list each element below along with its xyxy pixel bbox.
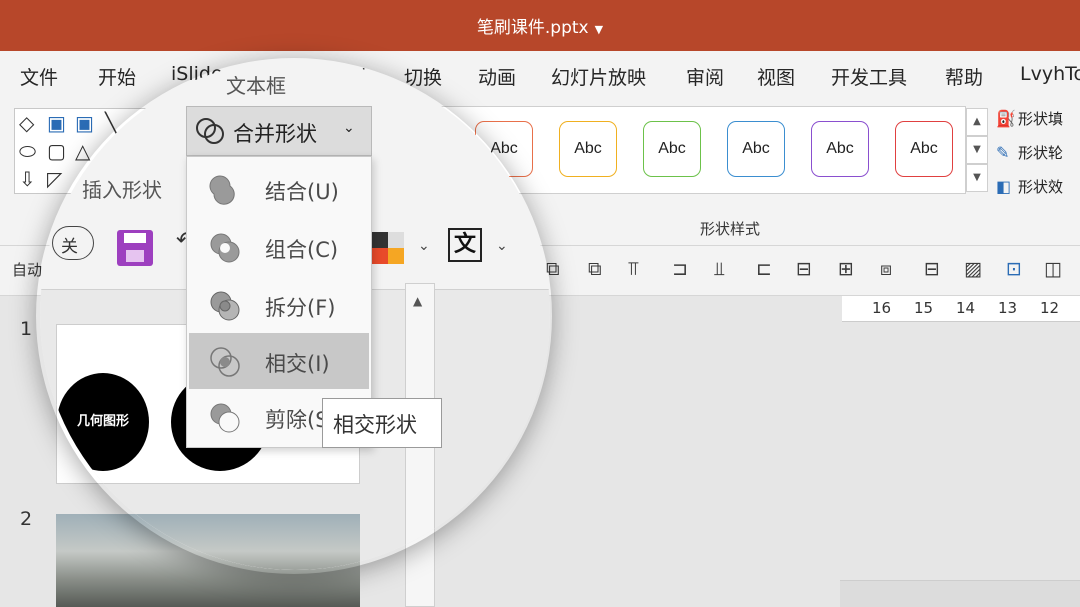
shape-effects-icon: ◧ [996, 177, 1012, 196]
send-backward-icon[interactable]: ⧉ [588, 258, 602, 280]
tab-review[interactable]: 审阅 [686, 63, 724, 90]
slide-number: 2 [20, 508, 33, 530]
powerpoint-window: 笔刷课件.pptx▼ 文件 开始 iSlide 插入 设计 切换 动画 幻灯片放… [0, 0, 1080, 607]
shape-fill-button[interactable]: ⛽ 形状填 [996, 108, 1063, 129]
intersect-tooltip: 相交形状 [322, 398, 442, 448]
picture-icon[interactable]: ▨ [964, 258, 982, 280]
text-direction-icon[interactable]: 文 [448, 228, 482, 262]
align-top-icon[interactable]: ⫪ [628, 258, 639, 280]
menu-item-combine[interactable]: 组合(C) [189, 219, 369, 275]
menu-item-label: 结合(U) [265, 180, 339, 204]
chevron-down-icon: ⌄ [343, 120, 355, 136]
diamond-shape-icon[interactable]: ◇ [19, 113, 34, 133]
shape-fill-label: 形状填 [1018, 110, 1064, 128]
autosave-state: 关 [61, 237, 78, 257]
save-icon[interactable] [117, 230, 153, 266]
menu-item-fragment[interactable]: 拆分(F) [189, 277, 369, 333]
menu-item-union[interactable]: 结合(U) [189, 161, 369, 217]
align-center-icon[interactable]: ⊟ [796, 258, 812, 280]
distribute-vertical-icon[interactable]: ⊟ [924, 258, 940, 280]
chevron-down-icon[interactable]: ⌄ [496, 238, 508, 254]
style-preview-5[interactable]: Abc [811, 121, 869, 177]
title-bar: 笔刷课件.pptx ▼ [0, 0, 1080, 51]
slide-edge [840, 580, 1080, 607]
document-title[interactable]: 笔刷课件.pptx ▼ [0, 13, 1080, 38]
circle-text: 几何图形 [76, 414, 129, 429]
styles-more-button[interactable]: ▼ [966, 164, 988, 192]
shape-effects-button[interactable]: ◧ 形状效 [996, 176, 1063, 197]
down-arrow-shape-icon[interactable]: ⇩ [19, 169, 36, 189]
style-preview-3[interactable]: Abc [643, 121, 701, 177]
tab-help[interactable]: 帮助 [945, 63, 983, 90]
paint-bucket-icon: ⛽ [996, 109, 1016, 128]
shape-styles-group-label: 形状样式 [700, 220, 761, 238]
shape-outline-label: 形状轮 [1018, 144, 1064, 162]
style-preview-4[interactable]: Abc [727, 121, 785, 177]
menu-item-label: 拆分(F) [265, 296, 336, 320]
pencil-icon: ✎ [996, 143, 1010, 162]
styles-scroll-up-button[interactable]: ▲ [966, 108, 988, 136]
fragment-icon [210, 291, 240, 321]
tab-account[interactable]: LvyhTo [1020, 63, 1080, 85]
scroll-up-icon[interactable]: ▲ [413, 294, 422, 308]
oval-shape-icon[interactable]: ⬭ [19, 141, 36, 161]
tab-slideshow[interactable]: 幻灯片放映 [551, 63, 646, 90]
chevron-down-icon[interactable]: ⌄ [418, 238, 430, 254]
text-box-tool-icon[interactable]: ⊡ [1006, 258, 1022, 280]
textbox-button-partial[interactable]: 文本框 [226, 70, 286, 99]
circle-shape: 几何图形 [57, 373, 149, 471]
union-icon [209, 175, 235, 205]
ruler-tick: 14 [956, 299, 976, 317]
horizontal-ruler: 16 15 14 13 12 [842, 296, 1080, 322]
style-preview-6[interactable]: Abc [895, 121, 953, 177]
styles-scroll-down-button[interactable]: ▼ [966, 136, 988, 164]
distribute-horizontal-icon[interactable]: ⧈ [880, 258, 892, 280]
shape-effects-label: 形状效 [1018, 178, 1064, 196]
align-middle-icon[interactable]: ⊞ [838, 258, 854, 280]
menu-item-label: 组合(C) [265, 238, 339, 262]
autosave-toggle[interactable]: 关 [52, 226, 94, 260]
menu-item-label: 相交(I) [265, 352, 330, 376]
merge-shapes-button[interactable]: 合并形状 ⌄ [186, 106, 372, 156]
menu-item-intersect[interactable]: 相交(I) [189, 333, 369, 389]
slide-thumbnail-2-zoomed[interactable] [56, 514, 360, 570]
shape-tool-icon[interactable]: ◫ [1044, 258, 1062, 280]
style-preview-2[interactable]: Abc [559, 121, 617, 177]
subtract-icon [210, 403, 240, 433]
ruler-tick: 13 [998, 299, 1018, 317]
combine-icon [210, 233, 240, 263]
tab-view[interactable]: 视图 [757, 63, 795, 90]
ruler-tick: 15 [914, 299, 934, 317]
merge-shapes-label: 合并形状 [233, 122, 317, 146]
align-right-icon[interactable]: ⊐ [672, 258, 688, 280]
ruler-tick: 16 [872, 299, 892, 317]
slide-number: 1 [20, 318, 33, 340]
insert-shapes-group-label: 插入形状 [82, 178, 162, 202]
align-bottom-icon[interactable]: ⫫ [714, 258, 725, 280]
align-left-icon[interactable]: ⊏ [756, 258, 772, 280]
intersect-icon [210, 347, 240, 377]
chevron-down-icon: ▼ [594, 23, 604, 36]
autosave-label: 自动 [12, 261, 43, 279]
shape-color-icon[interactable] [372, 232, 404, 264]
shape-outline-button[interactable]: ✎ 形状轮 [996, 142, 1063, 163]
tab-developer[interactable]: 开发工具 [831, 63, 907, 90]
ruler-tick: 12 [1040, 299, 1060, 317]
document-title-text: 笔刷课件.pptx [476, 18, 589, 38]
merge-shapes-icon [196, 118, 224, 144]
